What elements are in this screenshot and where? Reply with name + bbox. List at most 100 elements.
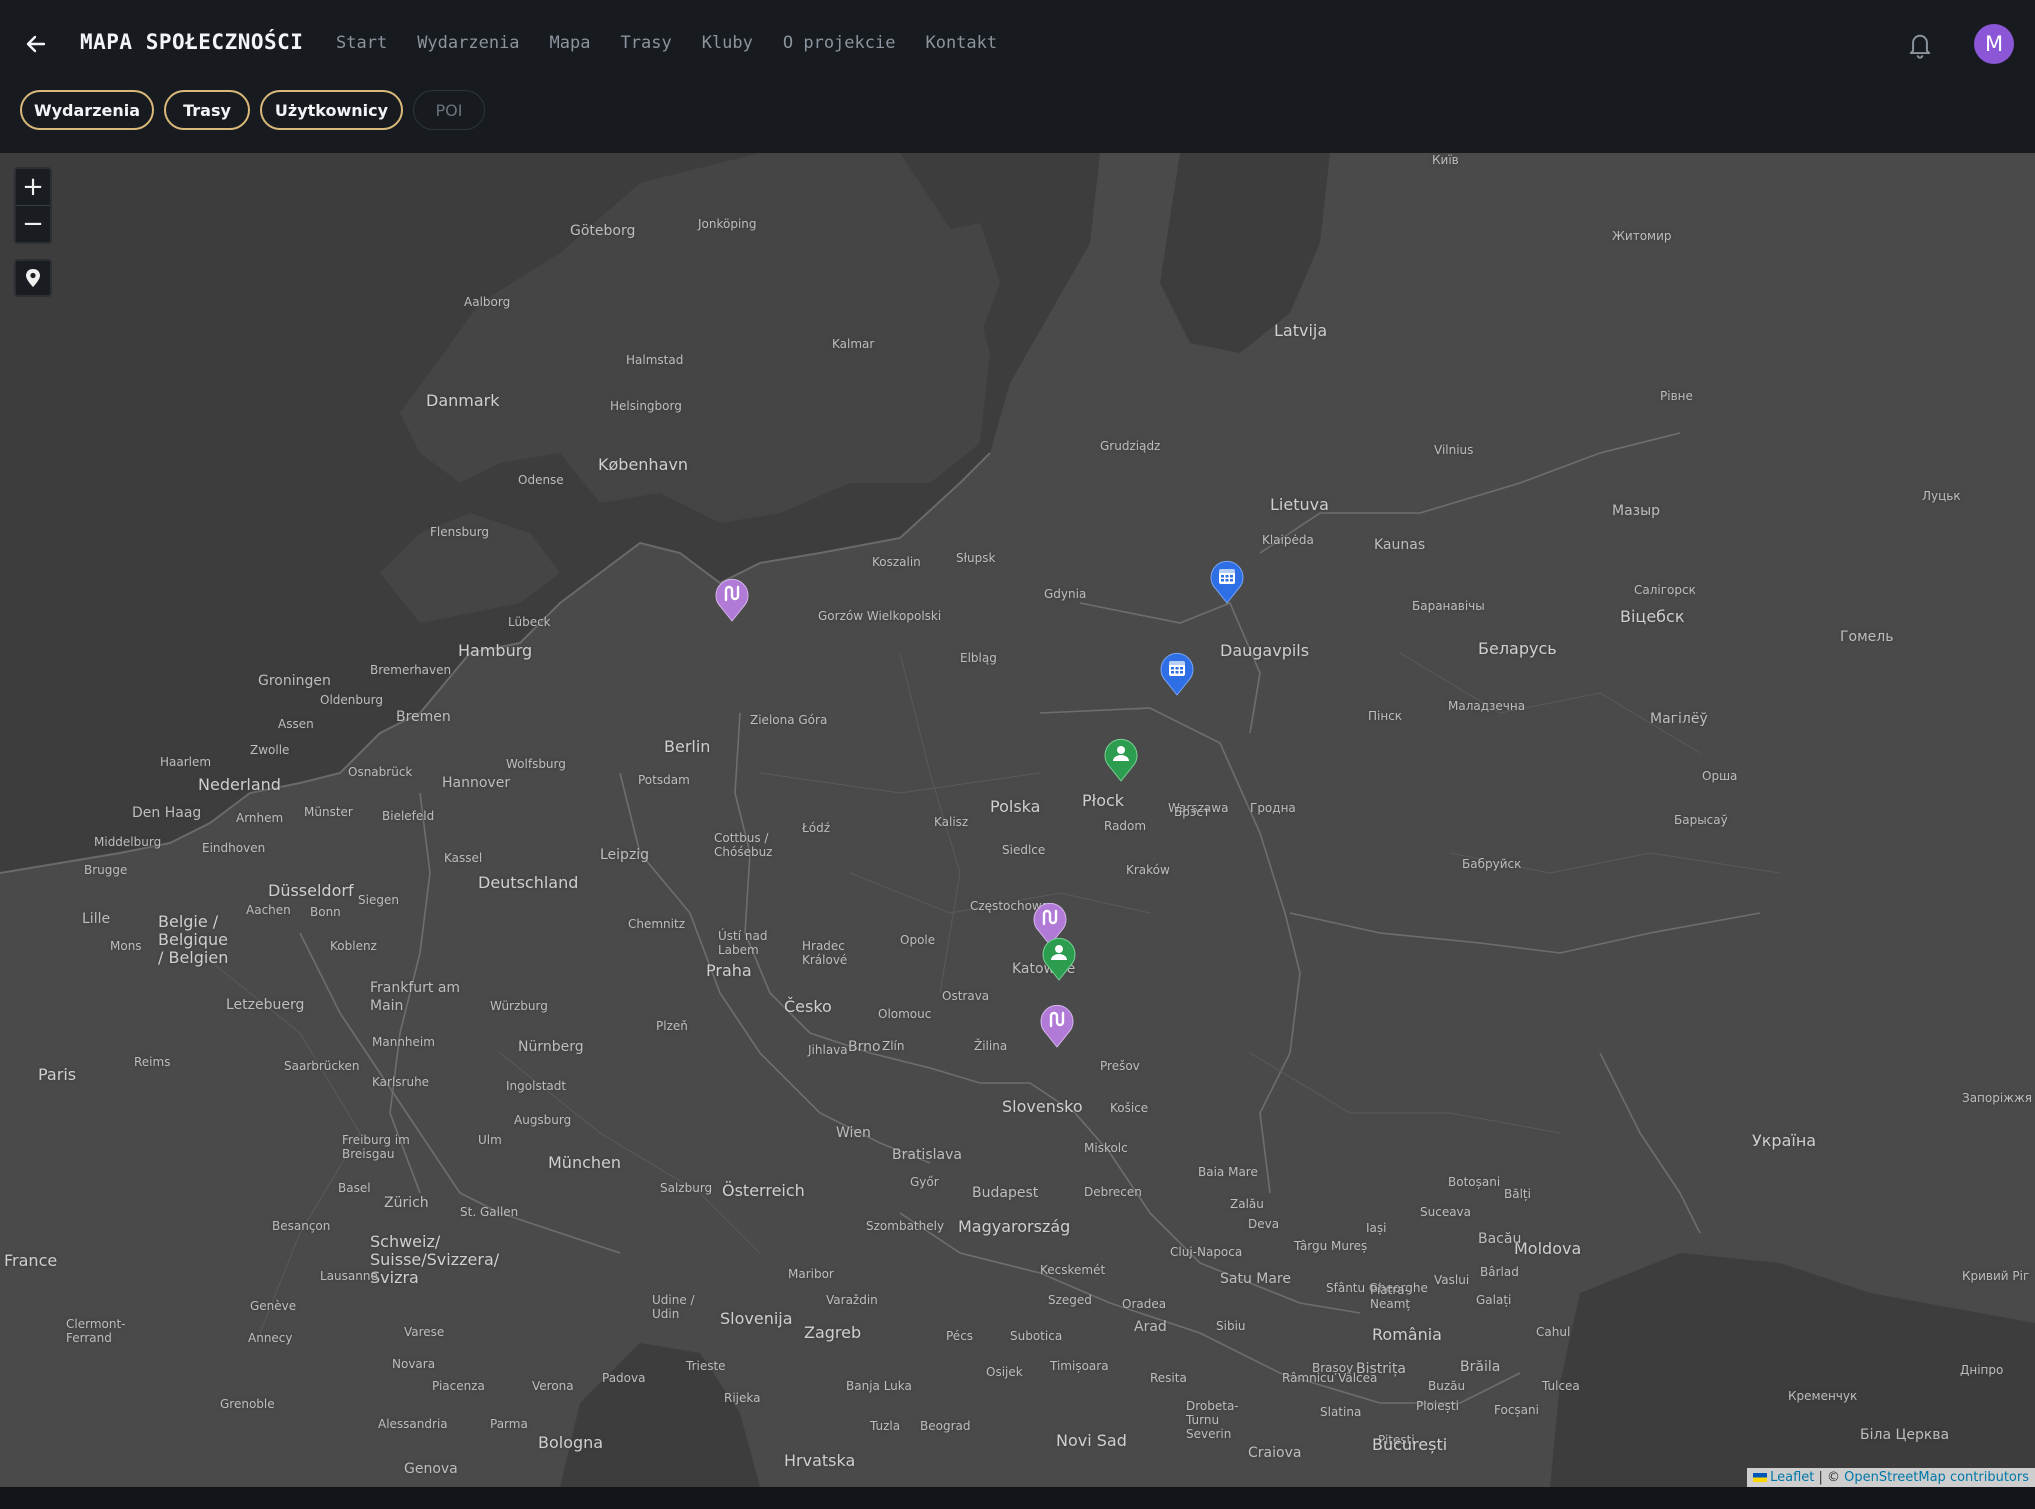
map-label-city: Hannover [442,775,511,791]
map-marker-event[interactable] [1208,556,1246,604]
locate-me-button[interactable] [14,259,52,297]
map-label-city: Рівне [1660,389,1693,403]
map-label-city: Zlín [882,1039,905,1053]
map-marker-user[interactable] [1102,734,1140,782]
map-label-country: Беларусь [1478,639,1557,658]
map-label-city: Budapest [972,1185,1039,1201]
map-label-city: Chemnitz [628,917,685,931]
map-label-city: Zürich [384,1195,429,1211]
leaflet-link[interactable]: Leaflet [1770,1470,1814,1485]
user-icon [1042,937,1076,981]
map-label-city: Mons [110,939,142,953]
map-label-city: Hradec Králové [802,939,848,967]
map-label-city: Deva [1248,1217,1280,1231]
bell-icon[interactable] [1906,30,1934,60]
map-label-city: Middelburg [94,835,162,849]
map-label-country: Slovenija [720,1309,793,1328]
main-nav: Start Wydarzenia Mapa Trasy Kluby O proj… [336,33,1027,53]
map-label-city: Iași [1366,1221,1387,1235]
map-label-city: Брэст [1174,805,1211,819]
map-label-city: Hamburg [458,641,533,660]
map-label-city: Aachen [246,903,291,917]
map-label-city: Genova [404,1461,458,1477]
nav-mapa[interactable]: Mapa [550,33,591,53]
map-label-city: Maribor [788,1267,834,1281]
map-label-city: Brugge [84,863,128,877]
map-label-city: Freiburg im Breisgau [342,1133,410,1161]
map-label-country: Lietuva [1270,495,1329,514]
map-label-city: Miskolc [1084,1141,1128,1155]
map-marker-route[interactable] [1038,1000,1076,1048]
nav-wydarzenia[interactable]: Wydarzenia [417,33,519,53]
map-label-city: Salzburg [660,1181,713,1195]
map-label-city: Gorzów Wielkopolski [818,609,942,623]
map-label-city: Ulm [478,1133,502,1147]
map-label-city: Brno [848,1039,881,1055]
map-label-city: København [598,455,688,474]
map-label-country: Česko [784,997,832,1016]
nav-kluby[interactable]: Kluby [702,33,753,53]
map-label-city: Novi Sad [1056,1431,1127,1450]
map-label-city: București [1372,1435,1448,1454]
map-label-city: Барысаў [1674,813,1728,827]
map-label-city: Trieste [686,1359,726,1373]
map-label-city: Suceava [1420,1205,1472,1219]
nav-o-projekcie[interactable]: O projekcie [783,33,896,53]
nav-kontakt[interactable]: Kontakt [925,33,997,53]
map-label-city: Piatra-Neamț [1370,1283,1411,1311]
map-label-city: Opole [900,933,936,947]
map-label-city: Луцьк [1922,489,1961,503]
map-label-city: Cottbus / Chóśebuz [714,831,773,859]
zoom-in-button[interactable]: + [16,169,50,205]
map-label-city: Орша [1702,769,1738,783]
map-label-city: Oradea [1122,1297,1167,1311]
map-label-city: Novara [392,1357,436,1371]
map-label-city: Kecskemét [1040,1263,1106,1277]
map-label-city: Nürnberg [518,1039,584,1055]
map-label-city: Udine / Udin [652,1293,695,1321]
map-label-city: St. Gallen [460,1205,519,1219]
filter-chip-trasy[interactable]: Trasy [164,90,250,130]
filter-chip-poi[interactable]: POI [413,90,485,130]
map-label-city: Магілёў [1650,711,1708,727]
map-label-city: Olomouc [878,1007,932,1021]
map-label-country: Україна [1752,1131,1817,1150]
map-marker-user[interactable] [1040,933,1078,981]
nav-trasy[interactable]: Trasy [621,33,672,53]
filter-chip-wydarzenia[interactable]: Wydarzenia [20,90,154,130]
map-label-city: Brăila [1460,1359,1501,1375]
map-label-city: Craiova [1248,1445,1302,1461]
user-avatar[interactable]: M [1974,24,2014,64]
map-label-city: Lille [82,911,111,927]
zoom-out-button[interactable]: − [16,205,50,242]
map-label-city: Groningen [258,673,331,689]
map-label-city: Beograd [920,1419,971,1433]
map-marker-route[interactable] [713,574,751,622]
map-label-city: Odense [518,473,564,487]
map-view[interactable]: Danmark Nederland Belgie / Belgique / Be… [0,153,2035,1487]
map-label-city: Ingolstadt [506,1079,567,1093]
map-label-city: Münster [304,805,353,819]
map-label-city: Flensburg [430,525,490,539]
nav-start[interactable]: Start [336,33,387,53]
map-label-city: Салігорск [1634,583,1696,597]
map-label-city: Oldenburg [320,693,383,707]
map-label-city: Győr [910,1175,939,1189]
map-marker-event[interactable] [1158,648,1196,696]
map-label-city: Clermont-Ferrand [66,1317,126,1345]
map-label-city: Subotica [1010,1329,1063,1343]
map-label-city: Lausanne [320,1269,378,1283]
map-label-city: Бабруйск [1462,857,1522,871]
map-label-city: Bratislava [892,1147,962,1163]
map-label-city: Bremen [396,709,451,725]
map-label-city: Cluj-Napoca [1170,1245,1243,1259]
map-label-country: Magyarország [958,1217,1071,1236]
map-label-city: Ploiești [1416,1399,1459,1413]
filter-chip-uzytkownicy[interactable]: Użytkownicy [260,90,403,130]
map-label-city: Varese [404,1325,445,1339]
back-button[interactable] [18,26,54,62]
map-label-city: Mannheim [372,1035,435,1049]
osm-link[interactable]: OpenStreetMap contributors [1844,1470,2029,1485]
map-label-city: Łódź [802,821,831,835]
map-label-city: Płock [1082,791,1125,810]
